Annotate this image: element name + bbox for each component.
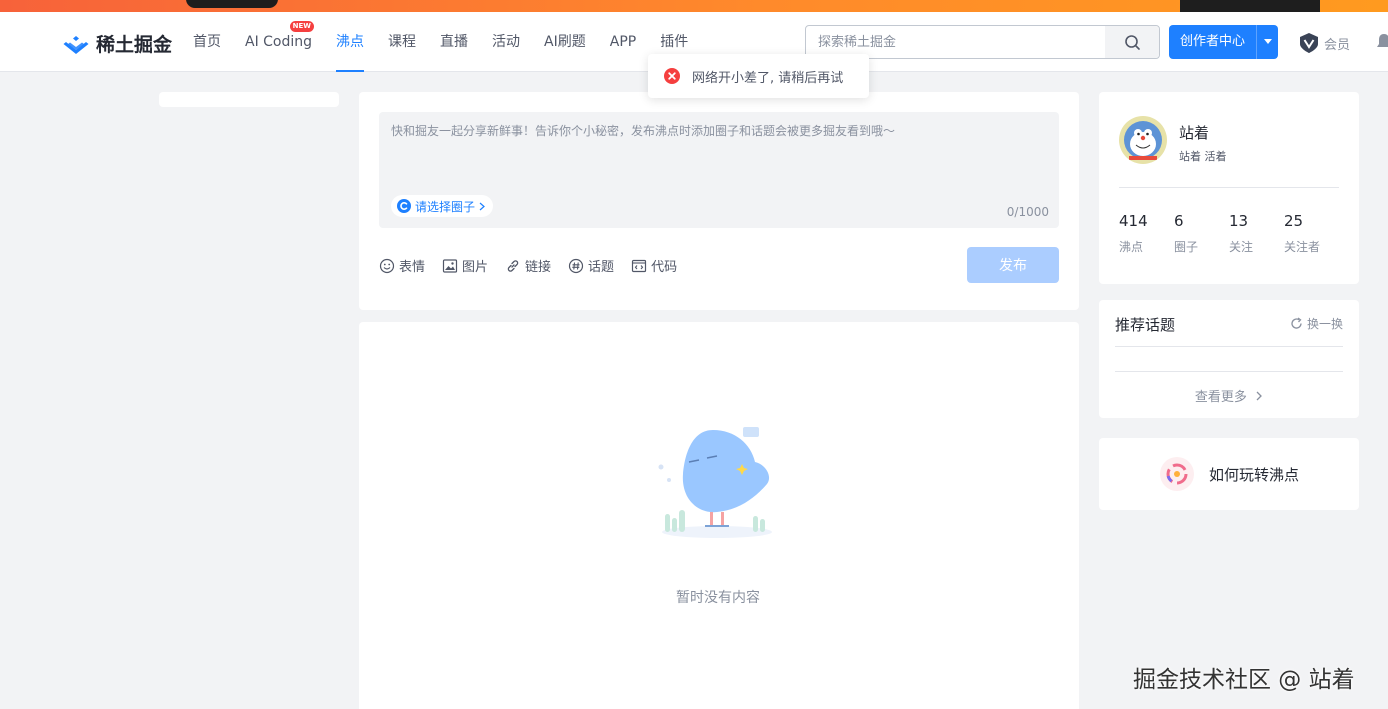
stat-circles[interactable]: 6 圈子 (1174, 212, 1229, 255)
username[interactable]: 站着 (1179, 122, 1209, 143)
publish-button[interactable]: 发布 (967, 247, 1059, 283)
watermark: 掘金技术社区 @ 站着 (1133, 667, 1355, 693)
emoji-tool-label: 表情 (399, 260, 426, 275)
chevron-right-icon (479, 202, 485, 210)
link-tool[interactable]: 链接 (505, 256, 551, 275)
left-sidebar (159, 92, 339, 107)
refresh-topics-button[interactable]: 换一换 (1290, 315, 1343, 332)
stat-pins[interactable]: 414 沸点 (1119, 212, 1174, 255)
toast-message: 网络开小差了, 请稍后再试 (692, 70, 844, 86)
image-tool[interactable]: 图片 (442, 256, 488, 275)
empty-state-text: 暂时没有内容 (676, 590, 760, 606)
pin-editor[interactable]: 快和掘友一起分享新鲜事！告诉你个小秘密，发布沸点时添加圈子和话题会被更多掘友看到… (379, 112, 1059, 228)
emoji-tool[interactable]: 表情 (379, 256, 425, 275)
topics-title: 推荐话题 (1115, 316, 1176, 334)
error-toast: 网络开小差了, 请稍后再试 (648, 54, 869, 98)
vip-shield-icon (1300, 33, 1318, 53)
member-label: 会员 (1324, 37, 1351, 53)
topic-tool[interactable]: 话题 (568, 256, 614, 275)
code-tool[interactable]: 代码 (631, 256, 677, 275)
stat-value: 13 (1229, 212, 1249, 230)
image-tool-label: 图片 (462, 260, 489, 275)
main-nav: 首页 AI Coding NEW 沸点 课程 直播 活动 AI刷题 APP 插件 (193, 12, 712, 72)
promo-banner[interactable] (0, 0, 1388, 12)
stat-label: 关注 (1229, 240, 1254, 254)
nav-item-live[interactable]: 直播 (440, 12, 468, 72)
circle-icon (397, 199, 411, 213)
bell-icon (1377, 34, 1388, 47)
logo[interactable]: 稀土掘金 (62, 30, 172, 57)
new-badge: NEW (289, 21, 315, 32)
editor-placeholder: 快和掘友一起分享新鲜事！告诉你个小秘密，发布沸点时添加圈子和话题会被更多掘友看到… (391, 124, 896, 138)
how-to-play-label: 如何玩转沸点 (1208, 465, 1299, 484)
editor-toolbar: 表情 图片 链接 话题 代码 (379, 256, 694, 275)
user-stats: 414 沸点 6 圈子 13 关注 25 关注者 (1119, 212, 1339, 255)
creator-menu-toggle[interactable] (1256, 25, 1279, 59)
member-link[interactable]: 会员 (1298, 32, 1350, 54)
stat-label: 沸点 (1119, 240, 1144, 254)
pin-feed: 暂时没有内容 (359, 322, 1079, 709)
search-icon (1124, 34, 1140, 50)
stat-followers[interactable]: 25 关注者 (1284, 212, 1339, 255)
banner-right-block (1180, 0, 1320, 12)
nav-item-pins[interactable]: 沸点 (336, 12, 365, 72)
how-to-play-pins-card[interactable]: 如何玩转沸点 (1099, 438, 1359, 510)
error-icon (664, 68, 680, 84)
divider (1115, 346, 1343, 347)
view-more-label: 查看更多 (1194, 390, 1247, 405)
circle-select-label: 请选择圈子 (415, 199, 476, 214)
pins-guide-icon (1159, 457, 1194, 491)
stat-value: 25 (1284, 212, 1304, 230)
juejin-logo-icon (63, 35, 89, 54)
empty-state-illustration (658, 427, 772, 538)
stat-value: 414 (1119, 212, 1148, 230)
refresh-icon (1291, 317, 1302, 329)
avatar-image (1119, 116, 1167, 164)
divider (1119, 187, 1339, 188)
creator-center-button[interactable]: 创作者中心 (1169, 25, 1257, 59)
creator-center: 创作者中心 (1169, 25, 1279, 59)
nav-item-app[interactable]: APP (610, 12, 636, 72)
circle-select-button[interactable]: 请选择圈子 (391, 195, 494, 217)
topic-tool-label: 话题 (588, 260, 615, 275)
chevron-right-icon (1256, 391, 1262, 401)
avatar[interactable] (1119, 116, 1167, 164)
code-tool-label: 代码 (651, 260, 678, 275)
nav-item-home[interactable]: 首页 (193, 12, 221, 72)
code-icon (631, 259, 647, 272)
stat-label: 关注者 (1284, 240, 1321, 254)
nav-item-events[interactable]: 活动 (492, 12, 520, 72)
topic-hash-icon (568, 258, 584, 273)
banner-pill (186, 0, 278, 8)
link-tool-label: 链接 (525, 260, 552, 275)
stat-label: 圈子 (1174, 240, 1199, 254)
char-counter: 0/1000 (1006, 205, 1049, 219)
view-more-link[interactable]: 查看更多 (1099, 386, 1359, 405)
stat-value: 6 (1174, 212, 1184, 230)
divider (1115, 371, 1343, 372)
recommended-topics-card: 推荐话题 换一换 查看更多 (1099, 300, 1359, 418)
user-subtitle: 站着 活着 (1179, 150, 1227, 163)
search-button[interactable] (1105, 26, 1159, 58)
refresh-label: 换一换 (1306, 317, 1343, 331)
image-icon (442, 258, 458, 273)
link-icon (507, 259, 519, 272)
pin-publisher: 快和掘友一起分享新鲜事！告诉你个小秘密，发布沸点时添加圈子和话题会被更多掘友看到… (359, 92, 1079, 310)
notification-button[interactable] (1376, 32, 1388, 56)
user-profile-card: 站着 站着 活着 414 沸点 6 圈子 13 关注 25 关注者 (1099, 92, 1359, 284)
caret-down-icon (1263, 39, 1272, 44)
nav-item-courses[interactable]: 课程 (388, 12, 416, 72)
nav-item-ai-practice[interactable]: AI刷题 (544, 12, 586, 72)
stat-following[interactable]: 13 关注 (1229, 212, 1284, 255)
logo-text: 稀土掘金 (96, 34, 173, 56)
smile-icon (379, 258, 395, 273)
nav-item-ai-coding[interactable]: AI Coding NEW (245, 12, 315, 72)
nav-item-label: AI Coding (245, 34, 313, 50)
